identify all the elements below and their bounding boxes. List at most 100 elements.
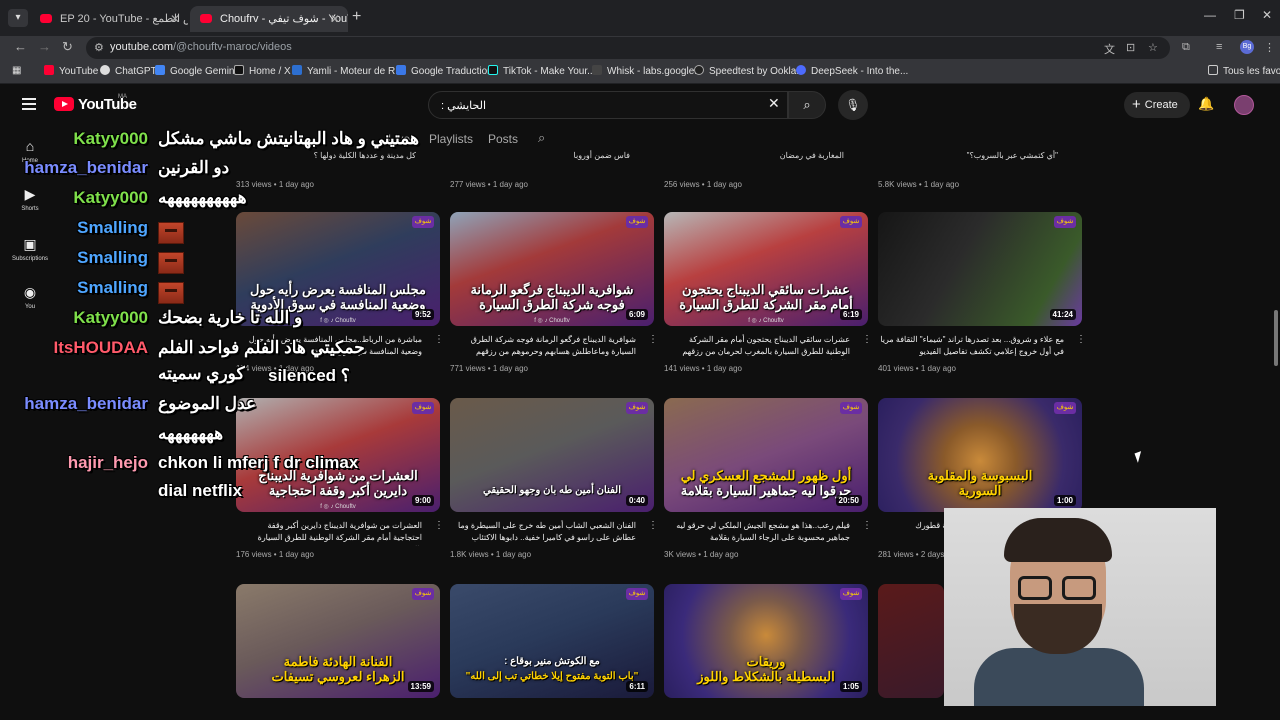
tab-search-button[interactable]: ▾	[8, 9, 28, 27]
bookmark-speedtest[interactable]: Speedtest by Ookla...	[694, 65, 805, 77]
new-tab-button[interactable]: +	[352, 8, 361, 26]
bookmark-gemini[interactable]: Google Gemini	[155, 65, 237, 77]
video-meta: 401 views • 1 day ago	[878, 364, 956, 373]
video-card[interactable]: شوف شوافرية الديبناج فرگعو الرمانة فوجه ش…	[450, 212, 658, 373]
back-icon[interactable]: ←	[14, 39, 27, 54]
video-title[interactable]: مع علاء و شروق... بعد تصدرها تراند "شيما…	[878, 334, 1082, 360]
video-title[interactable]: الفنان الشعبي الشاب أمين طه خرج على السي…	[450, 520, 654, 546]
video-card[interactable]: شوف الفنانة الهادئة فاطمة الزهراء لعروسي …	[236, 584, 440, 698]
video-thumbnail[interactable]: شوف وريقات البسطيلة بالشكلاط واللوز 1:05	[664, 584, 868, 698]
more-actions-icon[interactable]: ⋮	[862, 334, 872, 345]
translate-icon[interactable]: 文	[1104, 41, 1115, 57]
chat-message: حمكيتي هاد الفلم فواحد الفلم	[158, 338, 365, 357]
chouftv-logo-icon: شوف	[1054, 216, 1076, 228]
video-thumbnail[interactable]: شوف 41:24	[878, 212, 1082, 326]
create-button[interactable]: + Create	[1124, 92, 1190, 118]
address-bar[interactable]: ⚙ youtube.com/@chouftv-maroc/videos 文 ⊡ …	[86, 37, 1170, 59]
site-info-icon[interactable]: ⚙	[94, 41, 104, 54]
video-card[interactable]: شوف عشرات سائقي الديبناج يحتجون أمام مقر …	[664, 212, 872, 373]
notifications-bell-icon[interactable]: 🔔	[1198, 96, 1214, 112]
profile-avatar[interactable]: Bg	[1240, 40, 1254, 54]
bookmark-yamli[interactable]: Yamli - Moteur de R...	[292, 65, 404, 77]
video-title[interactable]: "أي كتمشي عبر بالسروب؟"	[878, 150, 1058, 172]
voice-search-button[interactable]: 🎙	[838, 90, 868, 120]
thumbnail-caption: عشرات سائقي الديبناج يحتجون أمام مقر الشر…	[679, 282, 853, 312]
video-title[interactable]: فاس ضمن أوروبا	[450, 150, 630, 172]
more-actions-icon[interactable]: ⋮	[648, 520, 658, 531]
chat-emote-icon	[158, 222, 184, 244]
clear-search-icon[interactable]: ✕	[768, 95, 780, 112]
video-card[interactable]: شوف أول ظهور للمشجع العسكري لي حرقوا ليه …	[664, 398, 872, 559]
video-title[interactable]: شوافرية الديبناج فرگعو الرمانة فوجه شركة…	[450, 334, 654, 360]
page-scrollbar[interactable]	[1274, 310, 1278, 366]
channel-search-icon[interactable]: ⌕	[538, 130, 545, 146]
video-card[interactable]: شوف 41:24 مع علاء و شروق... بعد تصدرها ت…	[878, 212, 1086, 373]
more-actions-icon[interactable]: ⋮	[1076, 334, 1086, 345]
close-icon[interactable]: ✕	[170, 6, 180, 32]
video-thumbnail[interactable]	[878, 584, 944, 698]
chat-username: Katyy000	[73, 308, 148, 327]
bookmark-google-traduction[interactable]: Google Traduction	[396, 65, 493, 77]
video-thumbnail[interactable]: شوف عشرات سائقي الديبناج يحتجون أمام مقر …	[664, 212, 868, 326]
bookmark-whisk[interactable]: Whisk - labs.google...	[592, 65, 703, 77]
video-card[interactable]: شوف وريقات البسطيلة بالشكلاط واللوز 1:05	[664, 584, 868, 698]
youtube-logo-text[interactable]: YouTube	[78, 96, 137, 113]
tab-playlists[interactable]: Playlists	[429, 132, 473, 146]
webcam-feed	[944, 508, 1216, 706]
video-title[interactable]: المغاربة في رمضان	[664, 150, 844, 172]
browser-tab-2[interactable]: Choufrv - شوف تيفي - YouTube ✕	[190, 6, 348, 32]
extensions-icon[interactable]: ⧉	[1182, 41, 1190, 54]
media-controls-icon[interactable]: ≡	[1216, 41, 1222, 53]
close-window-icon[interactable]: ✕	[1262, 8, 1272, 22]
chouftv-logo-icon: شوف	[626, 402, 648, 414]
bookmark-youtube[interactable]: YouTube	[44, 65, 98, 77]
video-thumbnail[interactable]: شوف مع الكوتش منير بوقاع : "باب التوبة مف…	[450, 584, 654, 698]
install-icon[interactable]: ⊡	[1126, 41, 1135, 54]
menu-icon[interactable]	[22, 98, 36, 110]
browser-menu-icon[interactable]: ⋮	[1264, 41, 1275, 54]
social-handles-icon: f ◎ ♪ Chouftv	[748, 318, 784, 324]
video-thumbnail[interactable]: شوف أول ظهور للمشجع العسكري لي حرقوا ليه …	[664, 398, 868, 512]
bookmark-star-icon[interactable]: ☆	[1148, 41, 1158, 54]
create-label: Create	[1144, 99, 1178, 111]
all-bookmarks[interactable]: Tous les favoris	[1208, 65, 1280, 77]
bookmark-deepseek[interactable]: DeepSeek - Into the...	[796, 65, 908, 77]
video-title[interactable]: عشرات سائقي الديبناج يحتجون أمام مقر الش…	[664, 334, 868, 360]
video-thumbnail[interactable]: شوف الفنان أمين طه بان وجهو الحقيقي 0:40	[450, 398, 654, 512]
account-avatar[interactable]	[1234, 95, 1254, 115]
apps-icon[interactable]: ▦	[12, 65, 21, 76]
more-actions-icon[interactable]: ⋮	[648, 334, 658, 345]
youtube-logo-icon[interactable]	[54, 97, 74, 111]
close-icon[interactable]: ✕	[330, 6, 340, 32]
more-actions-icon[interactable]: ⋮	[862, 520, 872, 531]
chat-username: ItsHOUDAA	[53, 338, 148, 357]
bookmark-chatgpt[interactable]: ChatGPT	[100, 65, 157, 77]
chouftv-logo-icon: شوف	[840, 588, 862, 600]
video-thumbnail[interactable]: شوف شوافرية الديبناج فرگعو الرمانة فوجه ش…	[450, 212, 654, 326]
restore-icon[interactable]: ❐	[1234, 8, 1245, 22]
search-button[interactable]: ⌕	[788, 91, 826, 119]
video-card[interactable]: شوف العشرات من شوافرية الديبناج دايرين أك…	[236, 398, 444, 559]
thumbnail-caption: أول ظهور للمشجع العسكري لي حرقوا ليه جماه…	[680, 468, 852, 498]
video-title[interactable]: فيلم رعب..هذا هو مشجع الجيش الملكي لي حر…	[664, 520, 868, 546]
browser-tab-1[interactable]: EP 20 - YouTube - عش الطمع ✕	[30, 6, 188, 32]
video-title[interactable]: كل مدينة و عددها الكلية دولها ؟	[236, 150, 416, 172]
video-card[interactable]	[878, 584, 944, 698]
forward-icon[interactable]: →	[38, 39, 51, 54]
video-thumbnail[interactable]: شوف البسبوسة والمقلوبة السورية 1:00	[878, 398, 1082, 512]
youtube-favicon-icon	[200, 14, 212, 23]
reload-icon[interactable]: ↻	[62, 39, 73, 55]
more-actions-icon[interactable]: ⋮	[434, 520, 444, 531]
video-title[interactable]: العشرات من شوافرية الديبناج دايرين أكبر …	[236, 520, 440, 546]
thumbnail-caption: مع الكوتش منير بوقاع : "باب التوبة مفتوح …	[465, 656, 639, 682]
tab-posts[interactable]: Posts	[488, 132, 518, 146]
video-card[interactable]: شوف مع الكوتش منير بوقاع : "باب التوبة مف…	[450, 584, 654, 698]
video-thumbnail[interactable]: شوف الفنانة الهادئة فاطمة الزهراء لعروسي …	[236, 584, 440, 698]
search-input[interactable]: الحايشي :	[428, 91, 788, 119]
bookmark-x[interactable]: Home / X	[234, 65, 291, 77]
minimize-icon[interactable]: —	[1204, 8, 1216, 22]
video-card[interactable]: شوف الفنان أمين طه بان وجهو الحقيقي 0:40…	[450, 398, 658, 559]
more-actions-icon[interactable]: ⋮	[434, 334, 444, 345]
youtube-header: YouTube MA الحايشي : ✕ ⌕ 🎙 + Create 🔔	[0, 86, 1280, 124]
bookmark-tiktok[interactable]: TikTok - Make Your...	[488, 65, 595, 77]
